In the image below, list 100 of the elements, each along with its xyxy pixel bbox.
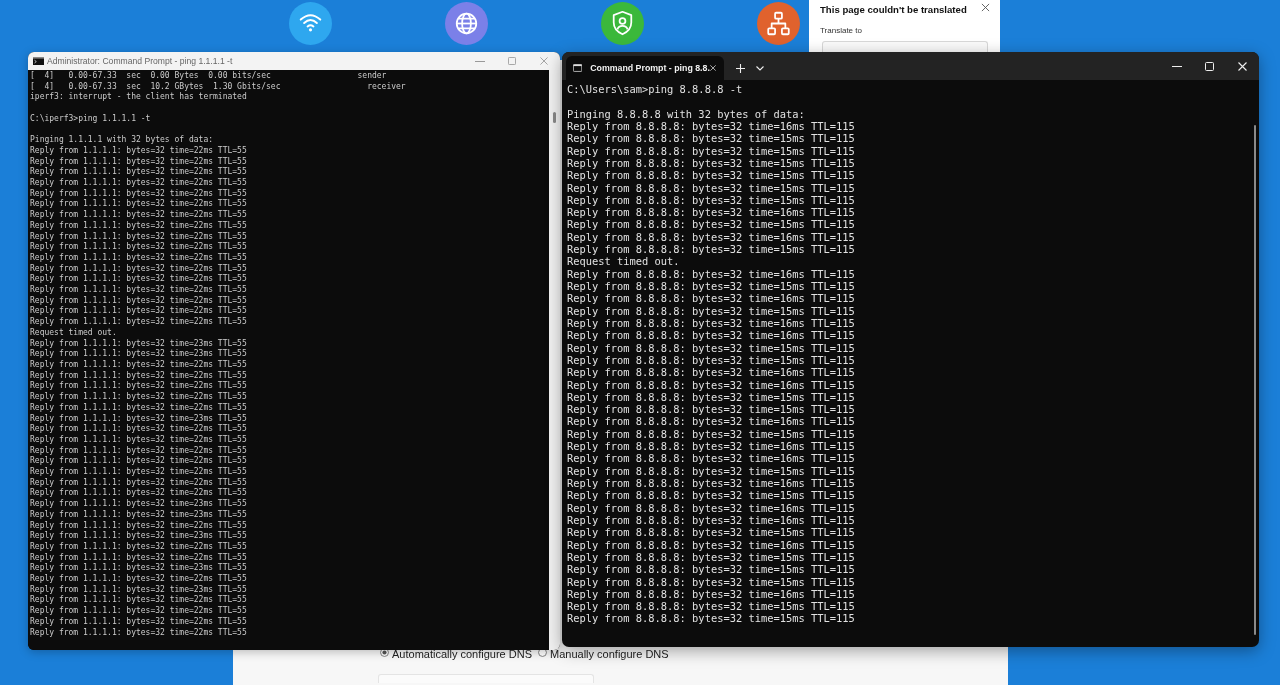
console-line: Reply from 8.8.8.8: bytes=32 time=15ms TTL=115 (567, 132, 855, 145)
language-select-field[interactable] (822, 41, 988, 52)
console-line: Reply from 1.1.1.1: bytes=32 time=22ms TTL=55 (30, 445, 247, 456)
console-line: Reply from 1.1.1.1: bytes=32 time=23ms TTL=55 (30, 531, 247, 542)
minimize-icon (475, 60, 485, 62)
close-icon (540, 57, 548, 65)
console-line: Reply from 1.1.1.1: bytes=32 time=22ms TTL=55 (30, 242, 247, 253)
console-line: Reply from 1.1.1.1: bytes=32 time=22ms TTL=55 (30, 370, 247, 381)
console-line: Reply from 8.8.8.8: bytes=32 time=15ms TTL=115 (567, 600, 855, 613)
console-line: Pinging 1.1.1.1 with 32 bytes of data: (30, 135, 214, 146)
console-line: Reply from 1.1.1.1: bytes=32 time=22ms TTL=55 (30, 456, 247, 467)
wifi-icon[interactable] (289, 2, 332, 45)
console-line: Reply from 1.1.1.1: bytes=32 time=22ms TTL=55 (30, 392, 247, 403)
console-line: Reply from 1.1.1.1: bytes=32 time=22ms TTL=55 (30, 252, 247, 264)
console-line: Reply from 8.8.8.8: bytes=32 time=15ms TTL=115 (567, 218, 855, 231)
console-line: Reply from 8.8.8.8: bytes=32 time=15ms TTL=115 (567, 193, 855, 207)
console-line: Reply from 8.8.8.8: bytes=32 time=15ms TTL=115 (567, 403, 855, 416)
console-line: Reply from 8.8.8.8: bytes=32 time=16ms TTL=115 (567, 316, 855, 330)
console-line: Reply from 8.8.8.8: bytes=32 time=16ms TTL=115 (567, 501, 855, 514)
console-line: [ 4] 0.00-67.33 sec 10.2 GBytes 1.30 Gbits/sec receiver (30, 81, 406, 92)
console-line: Reply from 1.1.1.1: bytes=32 time=23ms TTL=55 (30, 499, 247, 510)
console-line: Reply from 1.1.1.1: bytes=32 time=22ms TTL=55 (30, 467, 247, 478)
console-line: Reply from 1.1.1.1: bytes=32 time=22ms TTL=55 (30, 306, 247, 317)
console-line: C:\Users\sam>ping 8.8.8.8 -t (567, 83, 743, 96)
plus-icon (735, 63, 745, 73)
console-line: Reply from 1.1.1.1: bytes=32 time=22ms TTL=55 (30, 295, 247, 306)
console-line: Reply from 8.8.8.8: bytes=32 time=15ms TTL=115 (567, 563, 855, 576)
console-line: Reply from 8.8.8.8: bytes=32 time=16ms TTL=115 (567, 477, 855, 490)
console-line: Reply from 1.1.1.1: bytes=32 time=22ms TTL=55 (30, 574, 247, 585)
console-line: Reply from 8.8.8.8: bytes=32 time=15ms TTL=115 (567, 243, 855, 256)
console-line: Reply from 1.1.1.1: bytes=32 time=23ms TTL=55 (30, 509, 247, 521)
console-line: Reply from 8.8.8.8: bytes=32 time=15ms TTL=115 (567, 550, 855, 564)
console-line: Reply from 1.1.1.1: bytes=32 time=23ms TTL=55 (30, 584, 247, 595)
window-title: Administrator: Command Prompt - ping 1.1.1.1 -t (47, 56, 233, 66)
console-line: Reply from 8.8.8.8: bytes=32 time=16ms TTL=115 (567, 329, 855, 342)
console-line: Reply from 1.1.1.1: bytes=32 time=23ms TTL=55 (30, 349, 247, 360)
console-line: Reply from 8.8.8.8: bytes=32 time=15ms TTL=115 (567, 427, 855, 441)
console-line: Request timed out. (30, 327, 117, 339)
console-line: Reply from 8.8.8.8: bytes=32 time=16ms TTL=115 (567, 206, 855, 219)
network-icon[interactable] (757, 2, 800, 45)
scrollbar[interactable] (1254, 125, 1256, 635)
chevron-down-icon (756, 65, 764, 71)
console-line: Reply from 1.1.1.1: bytes=32 time=22ms TTL=55 (30, 381, 247, 392)
console-line: Reply from 8.8.8.8: bytes=32 time=15ms TTL=115 (567, 526, 855, 539)
console-line: Reply from 1.1.1.1: bytes=32 time=22ms TTL=55 (30, 199, 247, 210)
console-line: Reply from 1.1.1.1: bytes=32 time=22ms TTL=55 (30, 263, 247, 274)
console-line: Reply from 8.8.8.8: bytes=32 time=16ms TTL=115 (567, 378, 855, 391)
console-line: Reply from 1.1.1.1: bytes=32 time=22ms TTL=55 (30, 178, 247, 189)
console-line: Reply from 1.1.1.1: bytes=32 time=22ms TTL=55 (30, 595, 247, 606)
console-line: Reply from 8.8.8.8: bytes=32 time=15ms TTL=115 (567, 280, 855, 293)
console-line: Reply from 1.1.1.1: bytes=32 time=23ms TTL=55 (30, 338, 247, 349)
console-line: Reply from 8.8.8.8: bytes=32 time=16ms TTL=115 (567, 267, 855, 280)
console-line: [ 4] 0.00-67.33 sec 0.00 Bytes 0.00 bits/sec sender (30, 71, 387, 82)
console-line: Reply from 1.1.1.1: bytes=32 time=22ms TTL=55 (30, 477, 247, 488)
console-line: Reply from 1.1.1.1: bytes=32 time=22ms TTL=55 (30, 552, 247, 563)
console-line: Reply from 1.1.1.1: bytes=32 time=22ms TTL=55 (30, 616, 247, 628)
console-line: C:\iperf3>ping 1.1.1.1 -t (30, 113, 151, 125)
console-line: Reply from 8.8.8.8: bytes=32 time=15ms TTL=115 (567, 144, 855, 157)
console-line: Reply from 8.8.8.8: bytes=32 time=15ms TTL=115 (567, 304, 855, 317)
console-line: Reply from 1.1.1.1: bytes=32 time=22ms TTL=55 (30, 488, 247, 499)
console-line: Reply from 8.8.8.8: bytes=32 time=16ms TTL=115 (567, 538, 855, 551)
globe-icon[interactable] (445, 2, 488, 45)
console-line: Reply from 8.8.8.8: bytes=32 time=16ms TTL=115 (567, 587, 855, 601)
console-line: Reply from 1.1.1.1: bytes=32 time=23ms TTL=55 (30, 563, 247, 574)
radio-option[interactable]: Manually configure DNS (538, 648, 669, 661)
maximize-icon (1205, 61, 1214, 71)
console-line: Reply from 8.8.8.8: bytes=32 time=16ms TTL=115 (567, 366, 855, 379)
console-line: Reply from 1.1.1.1: bytes=32 time=22ms TTL=55 (30, 520, 247, 531)
console-line: Reply from 1.1.1.1: bytes=32 time=22ms TTL=55 (30, 285, 247, 296)
console-line: Reply from 8.8.8.8: bytes=32 time=15ms TTL=115 (567, 489, 855, 502)
console-line: Reply from 1.1.1.1: bytes=32 time=22ms TTL=55 (30, 156, 247, 167)
console-line: Reply from 1.1.1.1: bytes=32 time=22ms TTL=55 (30, 360, 247, 371)
shield-user-icon[interactable] (601, 2, 644, 45)
console-line: Reply from 1.1.1.1: bytes=32 time=22ms TTL=55 (30, 424, 247, 435)
console-line: Reply from 8.8.8.8: bytes=32 time=16ms TTL=115 (567, 230, 855, 244)
console-line: Reply from 1.1.1.1: bytes=32 time=22ms TTL=55 (30, 167, 247, 178)
console-line: Reply from 8.8.8.8: bytes=32 time=16ms TTL=115 (567, 452, 855, 465)
console-line: Reply from 8.8.8.8: bytes=32 time=15ms TTL=115 (567, 390, 855, 404)
popup-title: This page couldn't be translated (820, 4, 967, 16)
console-line: Reply from 1.1.1.1: bytes=32 time=22ms TTL=55 (30, 606, 247, 617)
scrollbar[interactable] (549, 70, 560, 650)
console-line: Reply from 8.8.8.8: bytes=32 time=16ms TTL=115 (567, 513, 855, 527)
console-line: Reply from 8.8.8.8: bytes=32 time=15ms TTL=115 (567, 169, 855, 182)
console-line: Reply from 8.8.8.8: bytes=32 time=16ms TTL=115 (567, 440, 855, 453)
console-line: Reply from 1.1.1.1: bytes=32 time=22ms TTL=55 (30, 317, 247, 328)
console-line: Reply from 1.1.1.1: bytes=32 time=22ms TTL=55 (30, 220, 247, 232)
close-icon (1238, 61, 1247, 71)
console-line: Reply from 8.8.8.8: bytes=32 time=16ms TTL=115 (567, 119, 855, 133)
field-label: Translate to (820, 26, 862, 36)
console-line: Reply from 1.1.1.1: bytes=32 time=22ms TTL=55 (30, 210, 247, 221)
console-line: Reply from 1.1.1.1: bytes=32 time=22ms TTL=55 (30, 188, 247, 199)
console-line: Reply from 1.1.1.1: bytes=32 time=23ms TTL=55 (30, 413, 247, 424)
console-line: iperf3: interrupt - the client has terminated (30, 92, 247, 104)
close-icon[interactable] (981, 3, 990, 12)
console-line: Reply from 8.8.8.8: bytes=32 time=16ms TTL=115 (567, 415, 855, 428)
console-line: Pinging 8.8.8.8 with 32 bytes of data: (567, 107, 805, 120)
window-icon (573, 63, 583, 73)
console-line: Reply from 1.1.1.1: bytes=32 time=22ms TTL=55 (30, 274, 247, 285)
console-line: Reply from 8.8.8.8: bytes=32 time=15ms TTL=115 (567, 353, 855, 367)
terminal-tab[interactable]: Command Prompt - ping 8.8. (566, 56, 724, 80)
